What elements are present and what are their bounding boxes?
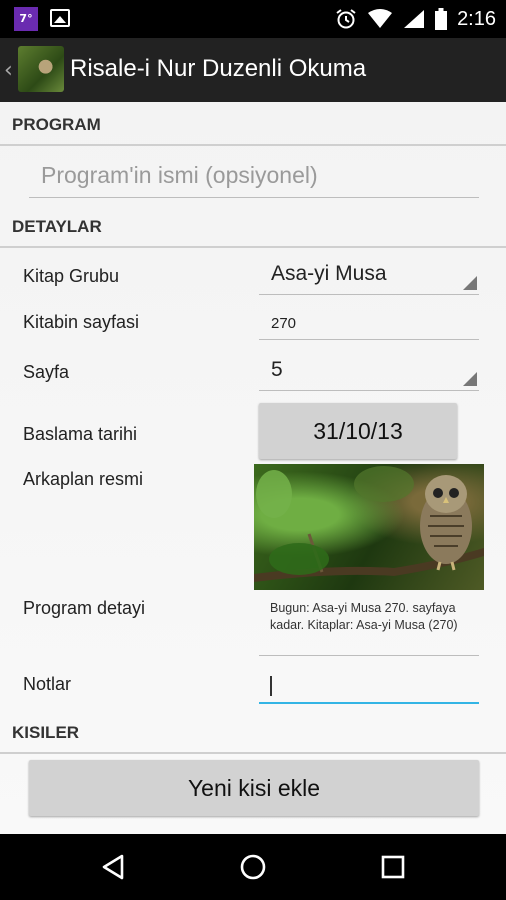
wifi-icon [368,9,393,28]
section-program: PROGRAM [0,102,506,146]
section-details-label: DETAYLAR [12,217,102,236]
start-date-button[interactable]: 31/10/13 [259,403,457,459]
owl-photo [254,466,484,582]
status-bar: 7° 2:16 [0,0,506,38]
section-divider [0,752,506,754]
program-name-placeholder: Program'in ismi (opsiyonel) [41,162,318,188]
dropdown-triangle-icon [463,276,477,290]
chevron-left-icon[interactable]: ‹ [4,58,13,83]
notes-input[interactable] [259,672,479,704]
book-page-value: 270 [271,315,297,332]
add-person-button[interactable]: Yeni kisi ekle [29,760,479,816]
notes-label: Notlar [23,674,72,694]
background-image[interactable] [254,464,484,590]
owl-app-icon[interactable] [18,46,64,92]
section-divider [0,144,506,146]
clock-time: 2:16 [457,7,496,30]
text-cursor [270,676,272,696]
gallery-icon [50,9,70,27]
start-date-label: Baslama tarihi [23,424,138,444]
back-icon[interactable] [96,850,130,884]
book-group-spinner[interactable]: Asa-yi Musa [259,258,479,295]
background-image-label: Arkaplan resmi [23,469,144,489]
book-page-input[interactable]: 270 [259,308,479,340]
form-content: PROGRAM Program'in ismi (opsiyonel) DETA… [0,102,506,834]
page-value: 5 [271,358,283,381]
program-name-input[interactable]: Program'in ismi (opsiyonel) [29,154,479,198]
program-detail-label: Program detayi [23,598,146,618]
book-group-label: Kitap Grubu [23,266,120,286]
page-spinner[interactable]: 5 [259,354,479,391]
program-detail-text[interactable]: Bugun: Asa-yi Musa 270. sayfaya kadar. K… [259,598,479,656]
notification-badge-icon: 7° [14,7,38,31]
alarm-icon [336,9,356,29]
recents-icon[interactable] [376,850,410,884]
section-people-label: KISILER [12,723,80,742]
navigation-bar [0,834,506,900]
book-group-value: Asa-yi Musa [271,262,387,285]
battery-icon [435,8,448,30]
section-details: DETAYLAR [0,204,506,248]
section-people: KISILER [0,710,506,754]
section-divider [0,246,506,248]
status-icons: 2:16 [335,0,496,38]
signal-icon [404,10,425,28]
action-bar: ‹ Risale-i Nur Duzenli Okuma [0,38,506,102]
app-title: Risale-i Nur Duzenli Okuma [70,55,367,82]
dropdown-triangle-icon [463,372,477,386]
book-page-label: Kitabin sayfasi [23,312,140,332]
page-label: Sayfa [23,362,70,382]
home-icon[interactable] [236,850,270,884]
section-program-label: PROGRAM [12,115,101,134]
